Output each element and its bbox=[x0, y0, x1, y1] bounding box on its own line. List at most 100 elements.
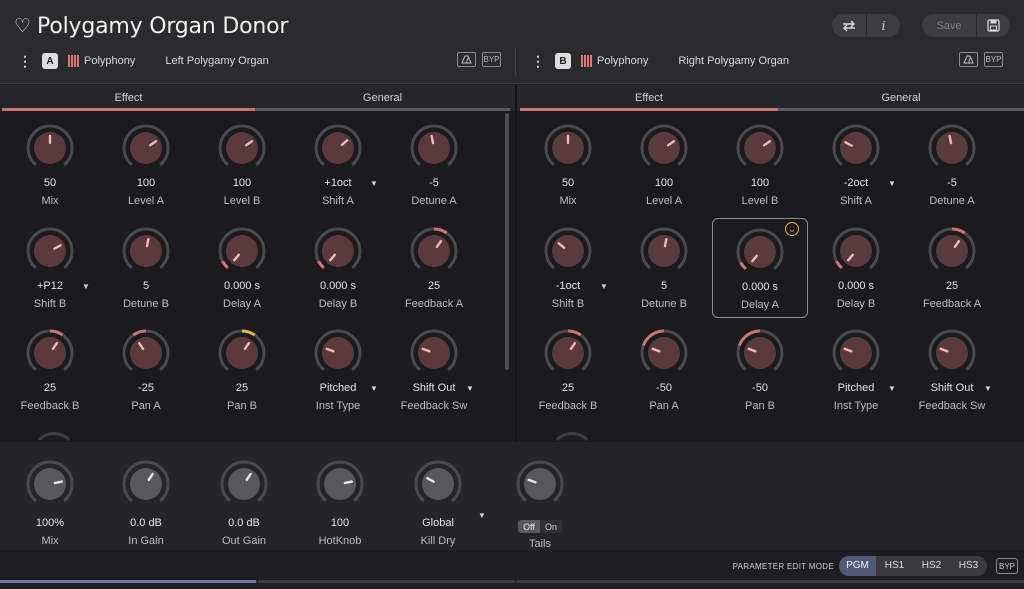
knob-feedback-a[interactable]: 25 Feedback A bbox=[386, 218, 482, 318]
knob-detune-b[interactable]: 5 Detune B bbox=[616, 218, 712, 318]
dropdown-arrow-icon[interactable]: ▼ bbox=[888, 384, 896, 393]
knob-dial[interactable] bbox=[543, 123, 593, 173]
slot-b-tuner-icon[interactable] bbox=[959, 52, 978, 67]
knob-shift-a[interactable]: +1oct Shift A ▼ bbox=[290, 115, 386, 215]
knob-feedback-a[interactable]: 25 Feedback A bbox=[904, 218, 1000, 318]
dropdown-arrow-icon[interactable]: ▼ bbox=[82, 282, 90, 291]
slot-a-name[interactable]: Left Polygamy Organ bbox=[165, 55, 268, 67]
slot-a-tuner-icon[interactable] bbox=[457, 52, 476, 67]
knob-dial[interactable] bbox=[217, 226, 267, 276]
panel-left-scrollbar[interactable] bbox=[505, 113, 509, 370]
dropdown-arrow-icon[interactable]: ▼ bbox=[370, 179, 378, 188]
knob-dial[interactable] bbox=[315, 459, 365, 509]
knob-inst-type[interactable]: Pitched Inst Type ▼ bbox=[808, 320, 904, 420]
knob-feedback-b[interactable]: 25 Feedback B bbox=[520, 320, 616, 420]
knob-dial[interactable] bbox=[639, 226, 689, 276]
info-button[interactable]: i bbox=[866, 14, 900, 37]
knob-dial[interactable] bbox=[313, 328, 363, 378]
slot-a-type[interactable]: Polyphony bbox=[84, 55, 135, 67]
knob-dial[interactable] bbox=[735, 227, 785, 277]
knob-dial[interactable] bbox=[927, 226, 977, 276]
knob-dial[interactable] bbox=[313, 123, 363, 173]
knob-feedback-b[interactable]: 25 Feedback B bbox=[2, 320, 98, 420]
global-knob-hotknob[interactable]: 100 HotKnob bbox=[292, 442, 388, 550]
knob-pan-a[interactable]: -50 Pan A bbox=[616, 320, 712, 420]
knob-level-b[interactable]: 100 Level B bbox=[194, 115, 290, 215]
knob-dial[interactable] bbox=[831, 123, 881, 173]
dropdown-arrow-icon[interactable]: ▼ bbox=[478, 511, 486, 520]
knob-dial[interactable] bbox=[219, 459, 269, 509]
knob-dial[interactable] bbox=[543, 328, 593, 378]
knob-dial[interactable] bbox=[25, 328, 75, 378]
knob-dial[interactable] bbox=[515, 459, 565, 505]
slot-a-menu-icon[interactable]: ⋮ bbox=[18, 54, 32, 68]
knob-dial[interactable] bbox=[313, 226, 363, 276]
knob-dial[interactable] bbox=[409, 226, 459, 276]
knob-dial[interactable] bbox=[735, 328, 785, 378]
knob-delay-a[interactable]: 0.000 s Delay A bbox=[194, 218, 290, 318]
dropdown-arrow-icon[interactable]: ▼ bbox=[888, 179, 896, 188]
tab-effect[interactable]: Effect bbox=[520, 85, 778, 111]
knob-pan-a[interactable]: -25 Pan A bbox=[98, 320, 194, 420]
slot-a-bypass-button[interactable]: BYP bbox=[482, 52, 501, 67]
knob-delay-a[interactable]: 0.000 s Delay A ⌄ bbox=[712, 218, 808, 318]
knob-feedback-sw[interactable]: Shift Out Feedback Sw ▼ bbox=[904, 320, 1000, 420]
knob-dial[interactable] bbox=[121, 459, 171, 509]
slot-b-name[interactable]: Right Polygamy Organ bbox=[678, 55, 789, 67]
knob-dial[interactable] bbox=[409, 328, 459, 378]
slot-b-menu-icon[interactable]: ⋮ bbox=[531, 54, 545, 68]
mode-pgm[interactable]: PGM bbox=[839, 556, 876, 576]
mode-hs1[interactable]: HS1 bbox=[876, 556, 913, 576]
toggle-on[interactable]: On bbox=[540, 520, 562, 533]
save-as-icon[interactable] bbox=[976, 14, 1010, 37]
knob-dial[interactable] bbox=[121, 226, 171, 276]
knob-dial[interactable] bbox=[409, 123, 459, 173]
knob-level-a[interactable]: 100 Level A bbox=[98, 115, 194, 215]
dropdown-arrow-icon[interactable]: ▼ bbox=[370, 384, 378, 393]
knob-dial[interactable] bbox=[413, 459, 463, 509]
dropdown-arrow-icon[interactable]: ▼ bbox=[466, 384, 474, 393]
knob-dial[interactable] bbox=[25, 123, 75, 173]
knob-dial[interactable] bbox=[217, 123, 267, 173]
knob-level-a[interactable]: 100 Level A bbox=[616, 115, 712, 215]
global-knob-in-gain[interactable]: 0.0 dB In Gain bbox=[98, 442, 194, 550]
knob-shift-a[interactable]: -2oct Shift A ▼ bbox=[808, 115, 904, 215]
tab-general[interactable]: General bbox=[778, 85, 1024, 111]
knob-detune-a[interactable]: -5 Detune A bbox=[904, 115, 1000, 215]
knob-dial[interactable] bbox=[831, 328, 881, 378]
knob-dial[interactable] bbox=[121, 123, 171, 173]
expand-chevron-icon[interactable]: ⌄ bbox=[785, 222, 799, 236]
knob-dial[interactable] bbox=[639, 123, 689, 173]
knob-level-b[interactable]: 100 Level B bbox=[712, 115, 808, 215]
slot-b-type[interactable]: Polyphony bbox=[597, 55, 648, 67]
knob-dial[interactable] bbox=[639, 328, 689, 378]
swap-arrows-icon[interactable] bbox=[832, 14, 866, 37]
knob-dial[interactable] bbox=[121, 328, 171, 378]
knob-dial[interactable] bbox=[831, 226, 881, 276]
knob-dial[interactable] bbox=[543, 226, 593, 276]
knob-mix[interactable]: 50 Mix bbox=[2, 115, 98, 215]
knob-delay-b[interactable]: 0.000 s Delay B bbox=[290, 218, 386, 318]
knob-inst-type[interactable]: Pitched Inst Type ▼ bbox=[290, 320, 386, 420]
tails-toggle[interactable]: Off On bbox=[518, 520, 562, 533]
save-button[interactable]: Save bbox=[922, 14, 976, 37]
mode-hs2[interactable]: HS2 bbox=[913, 556, 950, 576]
dropdown-arrow-icon[interactable]: ▼ bbox=[600, 282, 608, 291]
knob-dial[interactable] bbox=[735, 123, 785, 173]
knob-shift-b[interactable]: +P12 Shift B ▼ bbox=[2, 218, 98, 318]
global-bypass-button[interactable]: BYP bbox=[996, 558, 1018, 574]
knob-dial[interactable] bbox=[217, 328, 267, 378]
global-knob-kill-dry[interactable]: Global Kill Dry ▼ bbox=[390, 442, 486, 550]
dropdown-arrow-icon[interactable]: ▼ bbox=[984, 384, 992, 393]
global-knob-tails[interactable]: Off On Tails bbox=[492, 442, 588, 550]
knob-mix[interactable]: 50 Mix bbox=[520, 115, 616, 215]
knob-pan-b[interactable]: 25 Pan B bbox=[194, 320, 290, 420]
slot-b-bypass-button[interactable]: BYP bbox=[984, 52, 1003, 67]
knob-dial[interactable] bbox=[927, 328, 977, 378]
toggle-off[interactable]: Off bbox=[518, 520, 540, 533]
knob-detune-a[interactable]: -5 Detune A bbox=[386, 115, 482, 215]
favorite-heart-icon[interactable]: ♡ bbox=[14, 17, 31, 36]
tab-general[interactable]: General bbox=[255, 85, 510, 111]
global-knob-out-gain[interactable]: 0.0 dB Out Gain bbox=[196, 442, 292, 550]
mode-hs3[interactable]: HS3 bbox=[950, 556, 987, 576]
